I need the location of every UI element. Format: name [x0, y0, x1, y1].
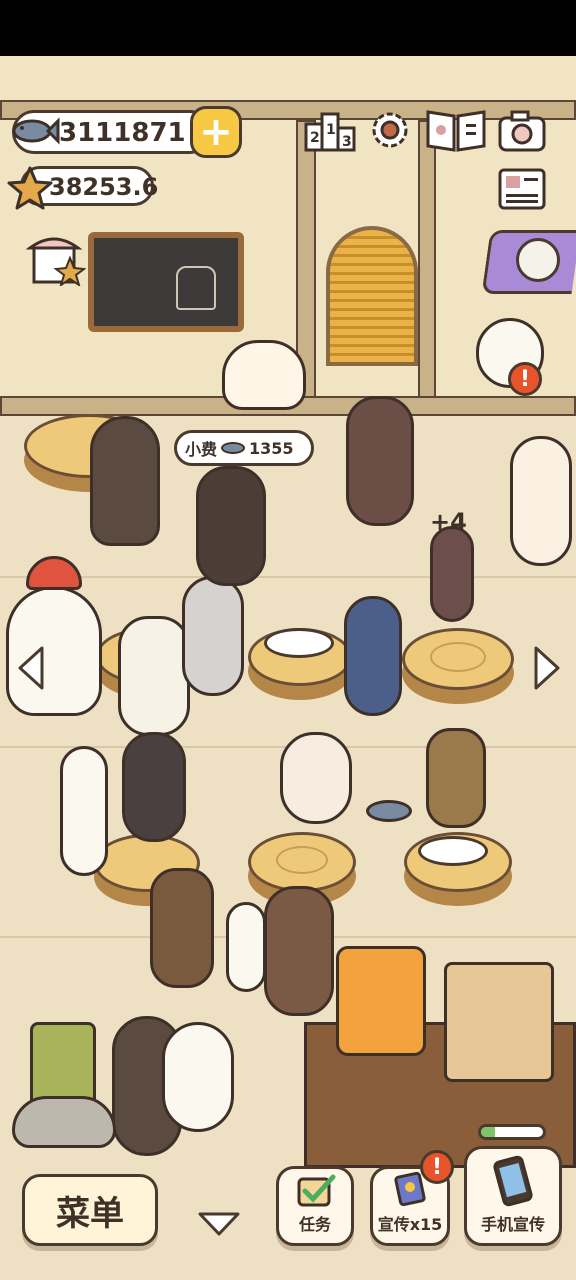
floor-line — [0, 576, 576, 578]
chevron-right-icon — [534, 646, 560, 690]
brew-progress-bar — [478, 1124, 546, 1140]
promote-label: 宣传x15 — [377, 1215, 443, 1234]
cat-chef[interactable] — [222, 340, 306, 410]
wreath-cat-customer[interactable] — [510, 436, 572, 566]
camera-icon — [498, 110, 546, 152]
newspaper-button[interactable] — [496, 166, 548, 212]
tip-fish-icon — [221, 442, 246, 454]
arched-window — [326, 226, 418, 366]
milk-tea-stand[interactable] — [444, 962, 554, 1082]
phone-promote-button[interactable]: 手机宣传 — [464, 1146, 562, 1246]
shop-button[interactable] — [26, 228, 86, 286]
dachshund-customer[interactable] — [150, 868, 214, 988]
bonus-popup-text: +4 — [430, 508, 467, 536]
wood-ring — [430, 642, 486, 672]
shop-icon — [26, 237, 86, 286]
wood-ring — [276, 846, 328, 874]
promote-alert-badge: ! — [420, 1150, 454, 1184]
svg-text:3: 3 — [342, 134, 352, 150]
recipe-book-button[interactable] — [424, 104, 488, 156]
deer-customer[interactable] — [426, 728, 486, 828]
spotted-dog-customer[interactable] — [226, 902, 266, 992]
ostrich-customer[interactable] — [430, 526, 474, 622]
plus-icon: + — [199, 109, 233, 155]
add-currency-button[interactable]: + — [190, 106, 242, 158]
husky-customer[interactable] — [182, 576, 244, 696]
brew-progress-fill — [481, 1127, 495, 1137]
fish-amount: 3111871 — [59, 118, 186, 148]
svg-text:2: 2 — [310, 130, 320, 146]
food-plate — [418, 836, 488, 866]
camera-button[interactable] — [496, 108, 548, 154]
tasks-button[interactable]: 任务 — [276, 1166, 354, 1246]
menu-button[interactable]: 菜单 — [22, 1174, 158, 1246]
fish-coin-icon[interactable] — [366, 800, 412, 822]
chevron-left-icon — [18, 646, 44, 690]
sheep-customer[interactable] — [162, 1022, 234, 1132]
settings-button[interactable] — [366, 106, 414, 154]
shiba-customer[interactable] — [280, 732, 352, 824]
recipe-book-icon — [426, 110, 486, 152]
cafe-scene: +4 小费 1355 — [0, 56, 576, 1280]
menu-label: 菜单 — [56, 1193, 124, 1234]
checklist-icon — [297, 1174, 336, 1207]
stone-base-decoration — [12, 1096, 116, 1148]
tip-label: 小费 — [185, 440, 218, 459]
wooden-pillar — [418, 120, 436, 420]
mummy-customer[interactable] — [118, 616, 190, 736]
phone-promote-label: 手机宣传 — [480, 1215, 545, 1234]
wolf-customer[interactable] — [346, 396, 414, 526]
chevron-down-icon — [198, 1212, 240, 1236]
brown-bear-customer[interactable] — [264, 886, 334, 1016]
collapse-button[interactable] — [196, 1208, 242, 1240]
chalkboard-sign — [88, 232, 244, 332]
svg-text:1: 1 — [326, 122, 336, 138]
corgi-wizard-customer[interactable] — [344, 596, 402, 716]
fox-witch-customer[interactable] — [196, 466, 266, 586]
newspaper-icon — [498, 168, 546, 210]
ranking-button[interactable]: 213 — [304, 106, 356, 154]
tip-speech-bubble[interactable]: 小费 1355 — [174, 430, 314, 466]
star-amount: 38253.6 — [49, 173, 159, 201]
coffee-machine[interactable] — [336, 946, 426, 1056]
chalkboard-cat-drawing — [176, 266, 216, 310]
scroll-left-arrow[interactable] — [14, 644, 48, 692]
phone-icon — [493, 1155, 533, 1207]
rabbit-customer[interactable] — [60, 746, 108, 876]
fish-currency-icon — [10, 116, 60, 146]
alert-badge[interactable]: ! — [508, 362, 542, 396]
tip-amount: 1355 — [249, 438, 294, 458]
badger-customer[interactable] — [122, 732, 186, 842]
food-plate — [264, 628, 334, 658]
bear-customer[interactable] — [90, 416, 160, 546]
scroll-right-arrow[interactable] — [530, 644, 564, 692]
star-currency-icon — [6, 164, 54, 212]
tasks-label: 任务 — [298, 1215, 331, 1234]
mummy-event-icon — [516, 238, 560, 282]
ranking-icon: 2 13 — [304, 112, 356, 152]
settings-gear-icon — [372, 112, 408, 148]
status-bar — [0, 0, 576, 56]
